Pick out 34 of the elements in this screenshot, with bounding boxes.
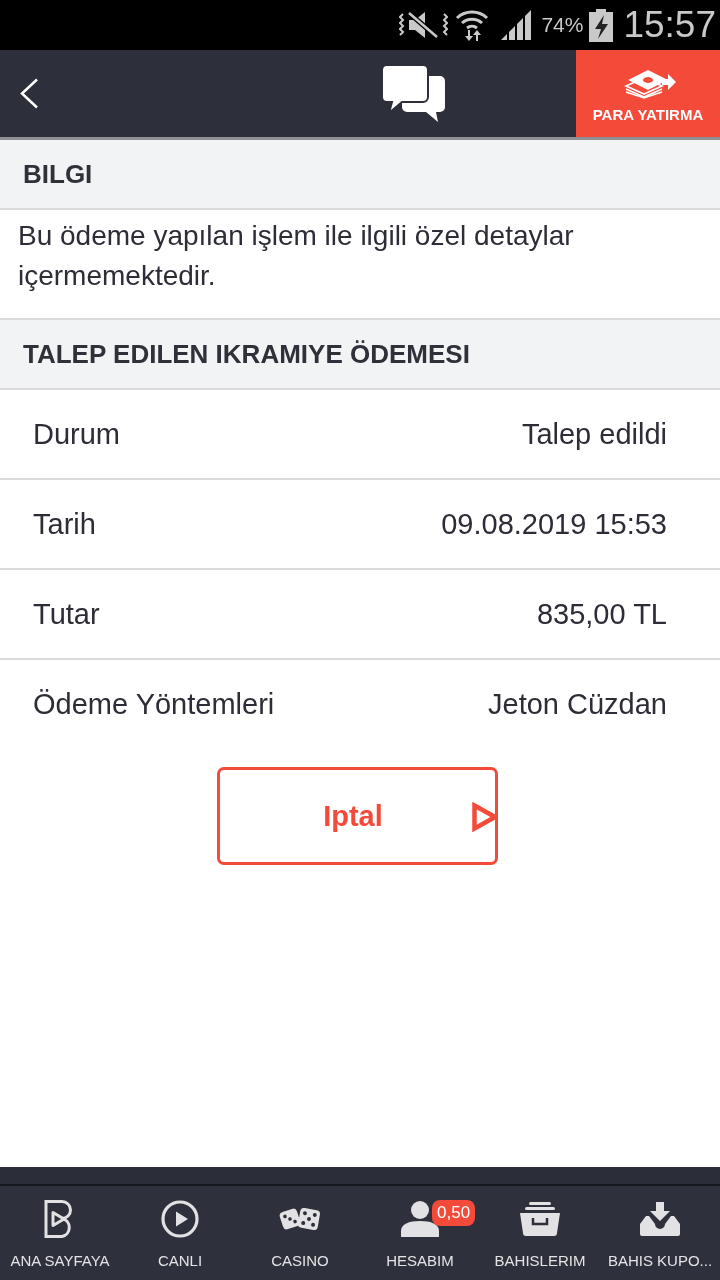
chat-icon[interactable] [381, 63, 445, 122]
detail-label: Tarih [33, 507, 96, 541]
battery-charging-icon [589, 8, 614, 42]
clock-time: 15:57 [623, 4, 716, 46]
detail-value: 09.08.2019 15:53 [441, 507, 667, 541]
nav-button[interactable]: HESABIM 0,50 [360, 1186, 480, 1280]
section-header: BILGI [0, 140, 720, 210]
dice-icon [279, 1206, 321, 1232]
mute-vibrate-icon [399, 11, 449, 39]
detail-label: Durum [33, 417, 120, 451]
cancel-button[interactable]: Iptal [216, 767, 498, 865]
detail-label: Ödeme Yöntemleri [33, 687, 275, 721]
user-icon [401, 1201, 439, 1237]
section-header: TALEP EDILEN IKRAMIYE ÖDEMESI [0, 320, 720, 390]
battery-percentage: 74% [541, 13, 584, 37]
detail-value: Jeton Cüzdan [488, 687, 667, 721]
play-circle-icon [161, 1200, 199, 1238]
detail-value: 835,00 TL [536, 597, 667, 631]
signal-icon [501, 10, 534, 40]
info-text: Bu ödeme yapılan işlem ile ilgili özel detaylar içermemektedir. [18, 219, 575, 293]
nav-button[interactable]: BAHISLERIM [480, 1186, 600, 1280]
nav-button[interactable]: CASINO [240, 1186, 360, 1280]
nav-button[interactable]: CANLI [120, 1186, 240, 1280]
detail-label: Tutar [33, 597, 100, 631]
detail-value: Talep edildi [521, 417, 667, 451]
archive-box-icon [520, 1202, 560, 1236]
back-icon[interactable] [19, 78, 39, 109]
nav-button[interactable]: BAHIS KUPO... [600, 1186, 720, 1280]
balance-badge: 0,50 [432, 1200, 476, 1226]
wifi-icon [455, 8, 490, 42]
triangle-icon [471, 802, 498, 832]
deposit-button[interactable]: PARA YATIRMA [576, 50, 720, 137]
download-icon [640, 1202, 680, 1236]
nav-button[interactable]: ANA SAYFAYA [0, 1186, 120, 1280]
